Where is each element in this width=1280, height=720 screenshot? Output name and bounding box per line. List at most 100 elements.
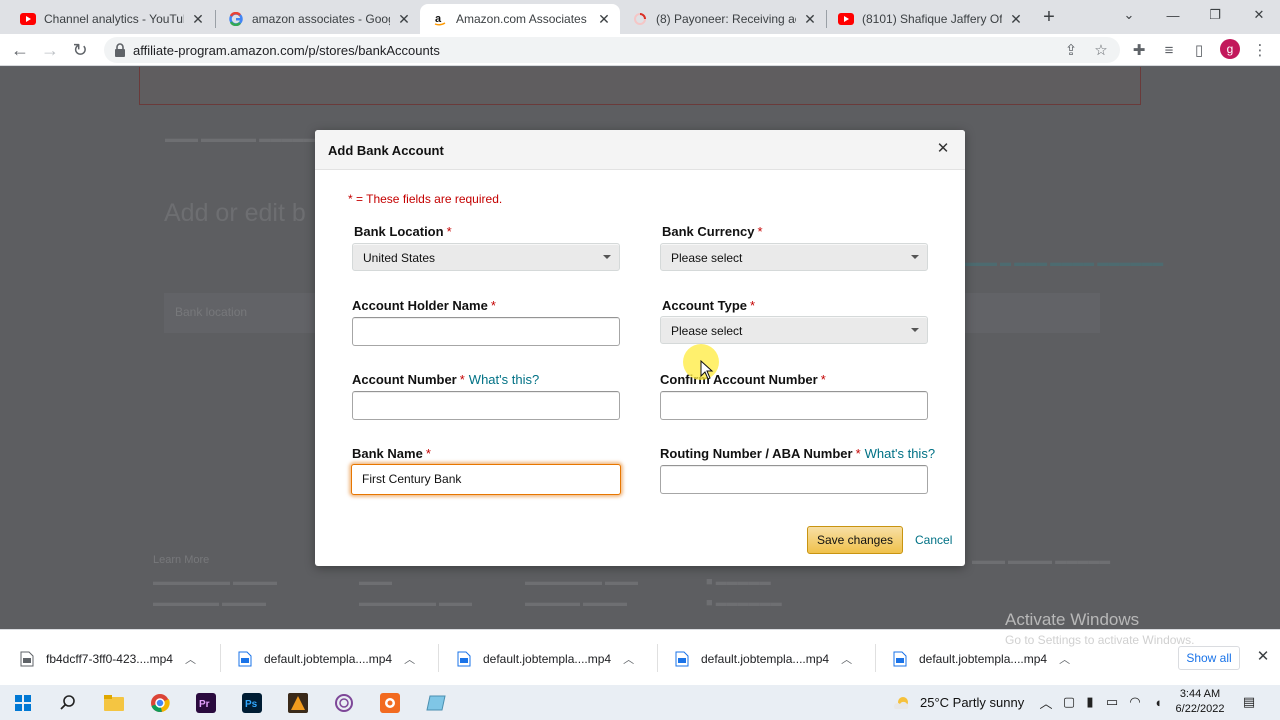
app-window-icon[interactable] <box>423 690 449 716</box>
bookmark-star-icon[interactable]: ☆ <box>1092 41 1110 59</box>
new-tab-plus-icon[interactable]: + <box>1038 6 1060 28</box>
watermark-subtitle: Go to Settings to activate Windows. <box>1005 633 1195 647</box>
required-star: * <box>750 298 756 313</box>
show-all-button[interactable]: Show all <box>1178 646 1240 670</box>
reload-icon[interactable]: ↻ <box>68 38 92 62</box>
youtube-icon <box>20 11 36 27</box>
chevron-up-icon[interactable]: ︿ <box>404 651 415 667</box>
photoshop-icon[interactable]: Ps <box>239 690 265 716</box>
confirm-account-number-field[interactable] <box>660 391 928 420</box>
close-icon[interactable]: ✕ <box>1254 647 1272 665</box>
field-value: First Century Bank <box>362 472 462 486</box>
restore-icon[interactable]: ❐ <box>1202 4 1228 26</box>
tab-title: (8101) Shafique Jaffery Offic <box>862 12 1002 26</box>
chevron-up-icon[interactable]: ︿ <box>841 651 852 667</box>
download-item[interactable]: default.jobtempla....mp4 ︿ <box>675 649 852 669</box>
speaker-icon[interactable]: ◖ <box>1150 694 1166 710</box>
account-number-field[interactable] <box>352 391 620 420</box>
footer-link: ▬▬▬▬▬▬▬ ▬▬▬▬ <box>153 576 278 588</box>
download-divider <box>657 644 658 672</box>
tab-channel-analytics[interactable]: Channel analytics - YouTube ✕ <box>8 4 214 34</box>
activate-windows-watermark: Activate Windows Go to Settings to activ… <box>1005 610 1194 647</box>
menu-kebab-icon[interactable]: ⋮ <box>1250 40 1270 60</box>
account-type-select[interactable]: Please select <box>660 316 928 344</box>
file-explorer-icon[interactable] <box>101 690 127 716</box>
clock-time: 3:44 AM <box>1179 688 1221 700</box>
download-item[interactable]: fb4dcff7-3ff0-423....mp4 ︿ <box>20 649 196 669</box>
bank-name-field[interactable]: First Century Bank <box>351 464 621 495</box>
required-star: * <box>820 372 826 387</box>
chevron-up-icon[interactable]: ︿ <box>1059 651 1070 667</box>
dialog-header: Add Bank Account ✕ <box>315 130 965 170</box>
forward-arrow-icon[interactable]: → <box>38 38 62 62</box>
tab-payoneer[interactable]: (8) Payoneer: Receiving acco ✕ <box>620 4 826 34</box>
profile-avatar[interactable]: g <box>1220 39 1240 59</box>
weather-text[interactable]: 25°C Partly sunny <box>920 695 1024 710</box>
video-file-icon <box>20 651 34 667</box>
close-icon[interactable]: ✕ <box>802 11 818 27</box>
bank-location-select[interactable]: United States <box>352 243 620 271</box>
table-header-bank-location: Bank location <box>175 305 248 319</box>
label-text: Account Holder Name <box>352 298 488 313</box>
chevron-up-icon[interactable]: ︿ <box>185 651 196 667</box>
system-clock[interactable]: 3:44 AM 6/22/2022 <box>1172 687 1228 717</box>
bank-currency-select[interactable]: Please select <box>660 243 928 271</box>
chrome-icon[interactable] <box>147 690 173 716</box>
battery-icon[interactable]: ▭ <box>1104 694 1120 710</box>
screen-recorder-icon[interactable] <box>377 690 403 716</box>
video-file-icon <box>238 651 252 667</box>
chevron-up-icon[interactable]: ︿ <box>623 651 634 667</box>
required-star: * <box>757 224 763 239</box>
close-icon[interactable]: ✕ <box>396 11 412 27</box>
routing-number-field[interactable] <box>660 465 928 494</box>
tab-amazon-associates-central[interactable]: a Amazon.com Associates Cen ✕ <box>420 4 620 34</box>
media-app-icon[interactable] <box>285 690 311 716</box>
back-arrow-icon[interactable]: ← <box>8 38 32 62</box>
download-filename: default.jobtempla....mp4 <box>264 652 393 666</box>
window-close-icon[interactable]: ✕ <box>1246 4 1272 26</box>
close-icon[interactable]: ✕ <box>935 140 951 157</box>
weather-sun-icon[interactable] <box>889 690 915 716</box>
footer-link: ▬▬▬▬▬▬▬ ▬▬▬ <box>359 597 473 609</box>
windows-start-icon[interactable] <box>10 690 36 716</box>
share-icon[interactable]: ⇪ <box>1062 41 1080 59</box>
tab-search-chevron-icon[interactable]: ⌄ <box>1116 4 1142 26</box>
account-holder-name-label: Account Holder Name * <box>352 298 496 313</box>
save-changes-button[interactable]: Save changes <box>807 526 903 554</box>
mouse-pointer-icon <box>700 360 714 380</box>
youtube-icon <box>838 11 854 27</box>
wifi-icon[interactable]: ◠ <box>1127 694 1143 710</box>
minimize-icon[interactable]: — <box>1160 4 1186 26</box>
download-filename: fb4dcff7-3ff0-423....mp4 <box>46 652 173 666</box>
close-icon[interactable]: ✕ <box>190 11 206 27</box>
breadcrumb: ▬▬▬ ▬▬▬▬▬ ▬▬▬▬▬▬ <box>165 133 326 145</box>
search-icon[interactable] <box>55 690 81 716</box>
confirm-account-number-label: Confirm Account Number * <box>660 372 826 387</box>
footer-heading: Learn More <box>153 554 210 566</box>
bank-name-label: Bank Name * <box>352 446 431 461</box>
side-panel-icon[interactable]: ▯ <box>1189 40 1209 60</box>
notifications-icon[interactable]: ▤ <box>1241 694 1257 710</box>
tor-browser-icon[interactable] <box>331 690 357 716</box>
whats-this-link[interactable]: What's this? <box>469 372 539 387</box>
meet-now-icon[interactable]: ▢ <box>1061 694 1077 710</box>
close-icon[interactable]: ✕ <box>1008 11 1024 27</box>
close-icon[interactable]: ✕ <box>596 11 612 27</box>
download-item[interactable]: default.jobtempla....mp4 ︿ <box>238 649 415 669</box>
chevron-up-icon[interactable]: ︿ <box>1038 694 1054 711</box>
extensions-puzzle-icon[interactable]: ✚ <box>1129 40 1149 60</box>
premiere-pro-icon[interactable]: Pr <box>193 690 219 716</box>
tab-title: Channel analytics - YouTube <box>44 12 184 26</box>
download-item[interactable]: default.jobtempla....mp4 ︿ <box>893 649 1070 669</box>
whats-this-link[interactable]: What's this? <box>865 446 935 461</box>
tab-amazon-associates-google[interactable]: amazon associates - Google ✕ <box>216 4 420 34</box>
account-holder-name-field[interactable] <box>352 317 620 346</box>
address-bar[interactable]: affiliate-program.amazon.com/p/stores/ba… <box>104 37 1120 63</box>
download-item[interactable]: default.jobtempla....mp4 ︿ <box>457 649 634 669</box>
cancel-link[interactable]: Cancel <box>915 533 952 547</box>
microphone-icon[interactable]: ▮ <box>1082 694 1098 710</box>
reading-list-icon[interactable]: ≡ <box>1159 40 1179 60</box>
tab-shafique-jaffery[interactable]: (8101) Shafique Jaffery Offic ✕ <box>826 4 1032 34</box>
required-fields-note: * = These fields are required. <box>348 192 503 206</box>
footer-link: ▬▬▬ <box>359 576 392 588</box>
